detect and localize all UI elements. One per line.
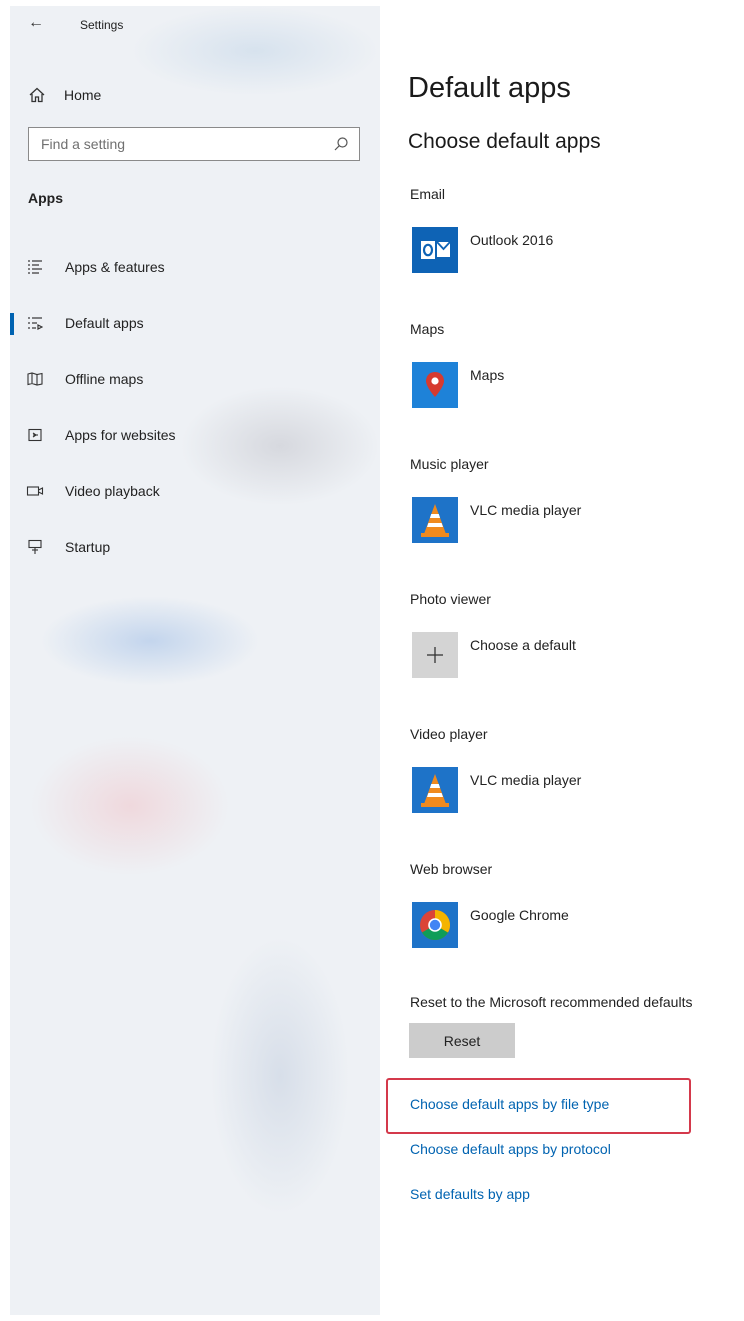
category-label-maps: Maps xyxy=(410,321,445,337)
sidebar-item-video-playback[interactable]: Video playback xyxy=(10,471,380,511)
default-app-email[interactable]: Outlook 2016 xyxy=(410,227,730,277)
default-apps-icon xyxy=(26,314,44,332)
category-label-web-browser: Web browser xyxy=(410,861,493,877)
reset-description: Reset to the Microsoft recommended defau… xyxy=(410,994,693,1010)
sidebar-item-apps-for-websites[interactable]: Apps for websites xyxy=(10,415,380,455)
sidebar-item-label: Startup xyxy=(65,539,111,555)
plus-icon xyxy=(412,632,458,678)
video-playback-icon xyxy=(26,482,44,500)
chrome-icon xyxy=(412,902,458,948)
vlc-icon xyxy=(412,767,458,813)
link-choose-by-protocol[interactable]: Choose default apps by protocol xyxy=(410,1141,611,1157)
category-label-email: Email xyxy=(410,186,446,202)
default-app-name: Maps xyxy=(470,367,505,383)
default-app-music-player[interactable]: VLC media player xyxy=(410,497,730,547)
default-app-maps[interactable]: Maps xyxy=(410,362,730,412)
home-nav[interactable]: Home xyxy=(28,81,101,109)
page-title: Default apps xyxy=(408,72,571,104)
background-blur xyxy=(40,596,260,686)
link-choose-by-file-type[interactable]: Choose default apps by file type xyxy=(410,1096,609,1112)
sidebar-item-label: Offline maps xyxy=(65,371,144,387)
background-blur xyxy=(30,736,230,876)
background-blur xyxy=(210,936,350,1216)
selection-indicator xyxy=(10,313,14,335)
category-label-video-player: Video player xyxy=(410,726,488,742)
search-icon xyxy=(333,136,349,152)
default-app-name: Outlook 2016 xyxy=(470,232,554,248)
sidebar: ← Settings Home Find a setting Apps Apps… xyxy=(10,6,380,1315)
sidebar-item-label: Apps & features xyxy=(65,259,165,275)
search-placeholder: Find a setting xyxy=(41,136,126,152)
window-title: Settings xyxy=(80,18,124,32)
sidebar-item-offline-maps[interactable]: Offline maps xyxy=(10,359,380,399)
sidebar-item-default-apps[interactable]: Default apps xyxy=(10,303,380,343)
sidebar-item-startup[interactable]: Startup xyxy=(10,527,380,567)
default-app-name: VLC media player xyxy=(470,502,582,518)
default-app-name: Google Chrome xyxy=(470,907,569,923)
title-bar: ← Settings xyxy=(10,6,380,46)
apps-for-websites-icon xyxy=(26,426,44,444)
offline-maps-icon xyxy=(26,370,44,388)
default-app-name: Choose a default xyxy=(470,637,576,653)
default-app-video-player[interactable]: VLC media player xyxy=(410,767,730,817)
home-label: Home xyxy=(64,87,102,103)
link-set-defaults-by-app[interactable]: Set defaults by app xyxy=(410,1186,530,1202)
sidebar-item-label: Apps for websites xyxy=(65,427,176,443)
sidebar-item-label: Default apps xyxy=(65,315,144,331)
startup-icon xyxy=(26,538,44,556)
default-app-photo-viewer[interactable]: Choose a default xyxy=(410,632,730,682)
back-arrow-icon[interactable]: ← xyxy=(28,14,44,32)
category-label-music-player: Music player xyxy=(410,456,489,472)
reset-button[interactable]: Reset xyxy=(409,1023,515,1058)
maps-icon xyxy=(412,362,458,408)
main-content: Default apps Choose default apps Email O… xyxy=(380,0,744,1321)
outlook-icon xyxy=(412,227,458,273)
sidebar-item-label: Video playback xyxy=(65,483,160,499)
section-heading: Choose default apps xyxy=(408,130,601,153)
category-label-photo-viewer: Photo viewer xyxy=(410,591,491,607)
home-icon xyxy=(28,86,46,104)
search-input[interactable]: Find a setting xyxy=(28,127,360,161)
sidebar-item-apps-features[interactable]: Apps & features xyxy=(10,247,380,287)
default-app-name: VLC media player xyxy=(470,772,582,788)
vlc-icon xyxy=(412,497,458,543)
apps-features-icon xyxy=(26,258,44,276)
default-app-web-browser[interactable]: Google Chrome xyxy=(410,902,730,952)
section-title: Apps xyxy=(28,190,63,206)
